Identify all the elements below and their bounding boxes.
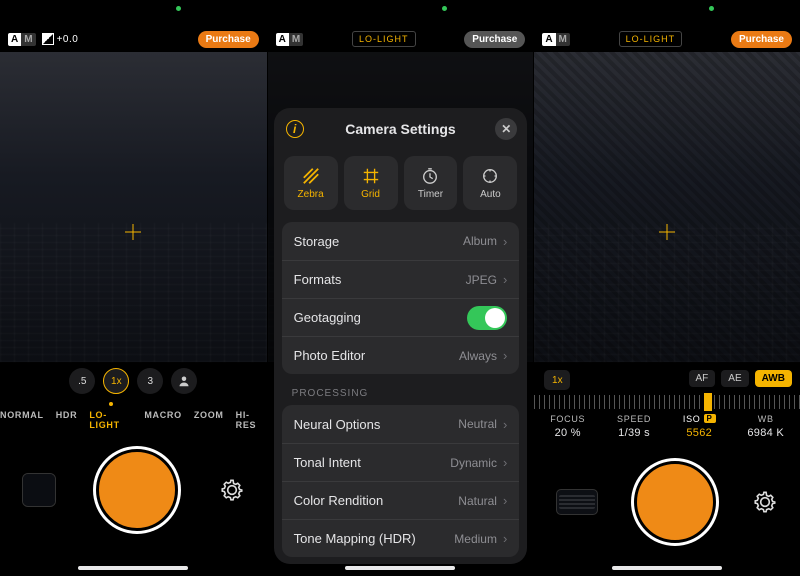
sheet-header: i Camera Settings ✕	[274, 108, 528, 150]
camera-active-dot	[176, 6, 181, 11]
tile-auto[interactable]: Auto	[463, 156, 517, 210]
shutter-button[interactable]	[96, 449, 178, 531]
row-tone-mapping[interactable]: Tone Mapping (HDR) Medium›	[282, 519, 520, 557]
quick-tiles: Zebra Grid Timer Auto	[274, 150, 528, 216]
home-indicator[interactable]	[612, 566, 722, 570]
lock-chips: AF AE AWB	[689, 370, 792, 387]
mode-zoom[interactable]: ZOOM	[194, 410, 224, 430]
person-icon	[178, 375, 190, 387]
mode-lolight[interactable]: LO-LIGHT	[89, 410, 132, 430]
purchase-button[interactable]: Purchase	[464, 31, 525, 48]
shutter-row	[534, 452, 800, 552]
top-bar: AM +0.0 Purchase	[0, 28, 267, 50]
geotagging-toggle[interactable]	[467, 306, 507, 330]
screen-manual: AM LO-LIGHT Purchase 1x AF AE AWB FOCUS …	[533, 0, 800, 576]
row-formats[interactable]: Formats JPEG›	[282, 260, 520, 298]
settings-general: Storage Album› Formats JPEG› Geotagging …	[282, 222, 520, 374]
lens-ultrawide[interactable]: .5	[69, 368, 95, 394]
grid-icon	[362, 167, 380, 185]
param-wb[interactable]: WB 6984 K	[747, 414, 784, 439]
row-neural[interactable]: Neural Options Neutral›	[282, 405, 520, 443]
settings-processing: Neural Options Neutral› Tonal Intent Dyn…	[282, 405, 520, 557]
camera-active-dot	[442, 6, 447, 11]
zoom-chip[interactable]: 1x	[544, 370, 570, 390]
focus-reticle	[659, 224, 675, 240]
camera-active-dot	[709, 6, 714, 11]
sheet-title: Camera Settings	[345, 121, 455, 137]
last-photo-thumb[interactable]	[22, 473, 56, 507]
top-bar: AM LO-LIGHT Purchase	[534, 28, 800, 50]
home-indicator[interactable]	[78, 566, 188, 570]
row-tonal[interactable]: Tonal Intent Dynamic›	[282, 443, 520, 481]
purchase-button[interactable]: Purchase	[198, 31, 259, 48]
zebra-overlay	[534, 52, 800, 362]
lens-wide[interactable]: 1x	[103, 368, 129, 394]
mode-macro[interactable]: MACRO	[144, 410, 182, 430]
tile-zebra[interactable]: Zebra	[284, 156, 338, 210]
focus-reticle	[125, 224, 141, 240]
home-indicator[interactable]	[345, 566, 455, 570]
timer-icon	[421, 167, 439, 185]
settings-sheet: i Camera Settings ✕ Zebra Grid Timer	[274, 108, 528, 564]
shutter-row	[0, 440, 267, 540]
lolight-badge: LO-LIGHT	[619, 31, 683, 47]
mode-selector[interactable]: NORMAL HDR LO-LIGHT MACRO ZOOM HI-RES	[0, 410, 267, 430]
row-photo-editor[interactable]: Photo Editor Always›	[282, 336, 520, 374]
am-mode-chip[interactable]: AM	[276, 33, 304, 46]
row-storage[interactable]: Storage Album›	[282, 222, 520, 260]
screen-capture-main: AM +0.0 Purchase .5 1x 3 NORMAL HDR LO-L…	[0, 0, 267, 576]
processing-header: PROCESSING	[292, 388, 510, 399]
awb-chip[interactable]: AWB	[755, 370, 792, 387]
lens-selector: .5 1x 3	[0, 368, 267, 394]
shutter-button[interactable]	[634, 461, 716, 543]
lens-tele[interactable]: 3	[137, 368, 163, 394]
gear-icon[interactable]	[219, 477, 245, 503]
purchase-button[interactable]: Purchase	[731, 31, 792, 48]
am-mode-chip[interactable]: AM	[8, 33, 36, 46]
mode-normal[interactable]: NORMAL	[0, 410, 44, 430]
ev-readout[interactable]: +0.0	[42, 33, 79, 45]
mode-hires[interactable]: HI-RES	[236, 410, 267, 430]
top-bar: AM LO-LIGHT Purchase	[268, 28, 534, 50]
last-photo-thumb[interactable]	[556, 489, 598, 515]
zebra-icon	[302, 167, 320, 185]
af-chip[interactable]: AF	[689, 370, 716, 387]
exposure-params: FOCUS 20 % SPEED 1/39 s ISOP 5562 WB 698…	[534, 414, 800, 439]
param-focus[interactable]: FOCUS 20 %	[550, 414, 585, 439]
param-speed[interactable]: SPEED 1/39 s	[617, 414, 651, 439]
row-color[interactable]: Color Rendition Natural›	[282, 481, 520, 519]
viewfinder[interactable]	[0, 52, 267, 362]
am-mode-chip[interactable]: AM	[542, 33, 570, 46]
ae-chip[interactable]: AE	[721, 370, 748, 387]
adjustment-dial[interactable]	[534, 395, 800, 409]
lens-front[interactable]	[171, 368, 197, 394]
gear-icon[interactable]	[752, 489, 778, 515]
screen-settings: AM LO-LIGHT Purchase i Camera Settings ✕…	[267, 0, 534, 576]
lolight-badge: LO-LIGHT	[352, 31, 416, 47]
exposure-icon	[42, 33, 54, 45]
info-icon[interactable]: i	[286, 120, 304, 138]
tile-grid[interactable]: Grid	[344, 156, 398, 210]
mode-hdr[interactable]: HDR	[56, 410, 78, 430]
chevron-right-icon: ›	[503, 234, 507, 249]
tile-timer[interactable]: Timer	[404, 156, 458, 210]
close-button[interactable]: ✕	[495, 118, 517, 140]
auto-icon	[481, 167, 499, 185]
dial-marker	[704, 393, 712, 411]
viewfinder[interactable]	[534, 52, 800, 362]
row-geotagging[interactable]: Geotagging	[282, 298, 520, 336]
param-iso[interactable]: ISOP 5562	[683, 414, 716, 439]
